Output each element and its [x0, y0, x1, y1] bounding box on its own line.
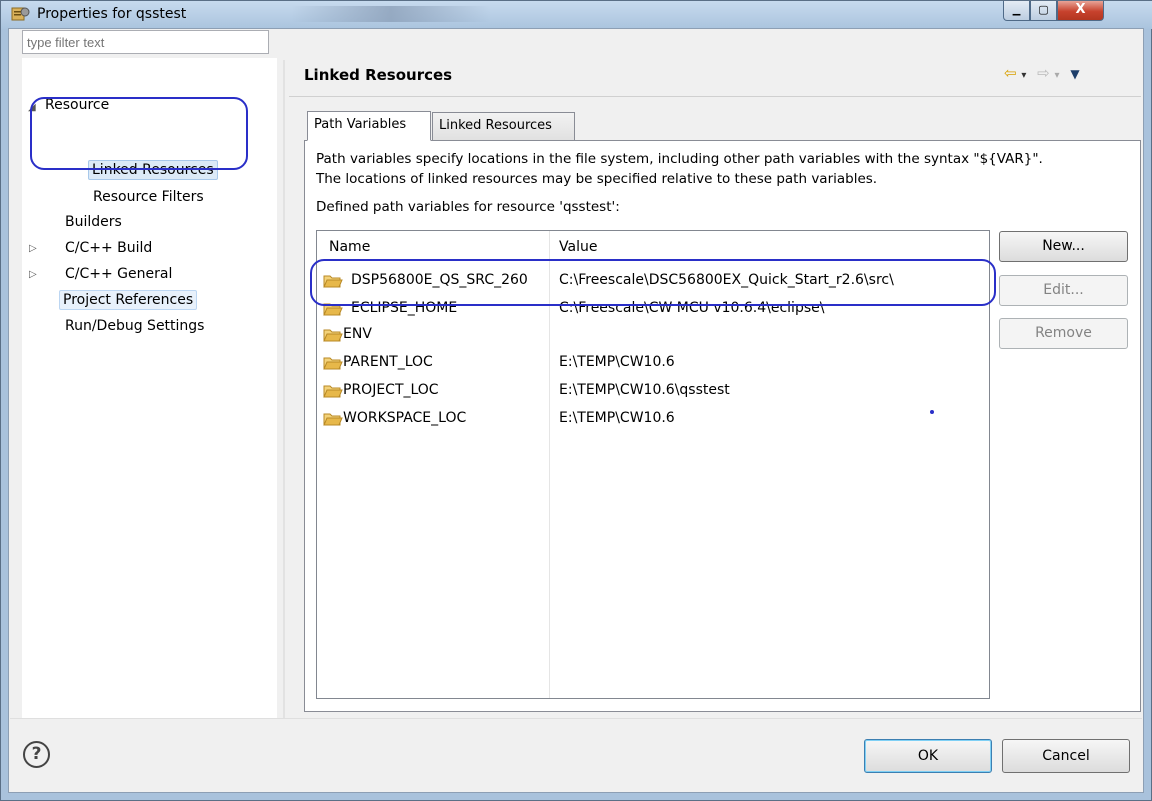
folder-icon — [323, 385, 343, 398]
new-button[interactable]: New... — [999, 231, 1128, 262]
description-line-1: Path variables specify locations in the … — [316, 151, 1043, 167]
view-menu-icon[interactable]: ▼ — [1070, 67, 1079, 81]
filter-input[interactable] — [22, 30, 269, 54]
defined-variables-label: Defined path variables for resource 'qss… — [316, 199, 620, 215]
column-header-value[interactable]: Value — [559, 239, 597, 255]
edit-button[interactable]: Edit... — [999, 275, 1128, 306]
minimize-button[interactable]: ▁ — [1003, 1, 1030, 21]
forward-dropdown-icon[interactable]: ▾ — [1055, 70, 1060, 81]
folder-icon — [323, 329, 343, 342]
page-navigation: ⇦ ▾ ⇨ ▾ ▼ — [1004, 64, 1080, 82]
variable-name: ENV — [343, 326, 372, 342]
table-row[interactable]: WORKSPACE_LOC E:\TEMP\CW10.6 — [317, 407, 989, 431]
background-window-title — [291, 6, 491, 22]
tab-path-variables[interactable]: Path Variables — [307, 111, 431, 141]
variable-value: E:\TEMP\CW10.6 — [559, 410, 675, 426]
header-divider — [289, 96, 1141, 97]
forward-arrow-icon[interactable]: ⇨ — [1037, 64, 1050, 82]
annotation-circle-tree — [30, 97, 248, 170]
tree-item-cpp-general[interactable]: C/C++ General — [62, 265, 175, 283]
tree-item-project-references[interactable]: Project References — [59, 290, 198, 310]
properties-icon — [11, 7, 30, 21]
tree-item-cpp-build[interactable]: C/C++ Build — [62, 239, 155, 257]
collapsed-twisty-icon[interactable]: ▷ — [29, 243, 37, 254]
maximize-button[interactable]: ▢ — [1030, 1, 1057, 21]
help-icon[interactable]: ? — [23, 741, 50, 768]
description-line-2: The locations of linked resources may be… — [316, 171, 878, 187]
variable-name: WORKSPACE_LOC — [343, 410, 467, 426]
tab-linked-resources[interactable]: Linked Resources — [432, 112, 575, 141]
tree-item-run-debug-settings[interactable]: Run/Debug Settings — [62, 317, 207, 335]
tree-item-builders[interactable]: Builders — [62, 213, 125, 231]
close-button[interactable]: X — [1057, 1, 1104, 21]
variable-value: E:\TEMP\CW10.6\qsstest — [559, 382, 730, 398]
minimize-icon: ▁ — [1012, 5, 1021, 16]
table-row[interactable]: ENV — [317, 323, 989, 347]
annotation-dot — [930, 410, 934, 414]
variable-name: PARENT_LOC — [343, 354, 433, 370]
tree-item-resource-filters[interactable]: Resource Filters — [90, 188, 207, 206]
footer-divider — [10, 718, 1142, 719]
close-icon: X — [1075, 2, 1086, 17]
cancel-button[interactable]: Cancel — [1002, 739, 1130, 773]
collapsed-twisty-icon[interactable]: ▷ — [29, 269, 37, 280]
table-row[interactable]: PROJECT_LOC E:\TEMP\CW10.6\qsstest — [317, 379, 989, 403]
window-title: Properties for qsstest — [37, 6, 187, 22]
title-bar[interactable]: Properties for qsstest ▁ ▢ X — [1, 1, 1152, 29]
ok-button[interactable]: OK — [864, 739, 992, 773]
annotation-circle-row — [310, 259, 996, 306]
back-arrow-icon[interactable]: ⇦ — [1004, 64, 1017, 82]
table-row[interactable]: PARENT_LOC E:\TEMP\CW10.6 — [317, 351, 989, 375]
folder-icon — [323, 413, 343, 426]
remove-button[interactable]: Remove — [999, 318, 1128, 349]
folder-icon — [323, 357, 343, 370]
back-dropdown-icon[interactable]: ▾ — [1021, 70, 1026, 81]
maximize-icon: ▢ — [1038, 3, 1049, 16]
variable-name: PROJECT_LOC — [343, 382, 439, 398]
sash-splitter[interactable] — [283, 60, 285, 718]
variable-value: E:\TEMP\CW10.6 — [559, 354, 675, 370]
column-header-name[interactable]: Name — [329, 239, 370, 255]
page-title: Linked Resources — [304, 66, 453, 84]
